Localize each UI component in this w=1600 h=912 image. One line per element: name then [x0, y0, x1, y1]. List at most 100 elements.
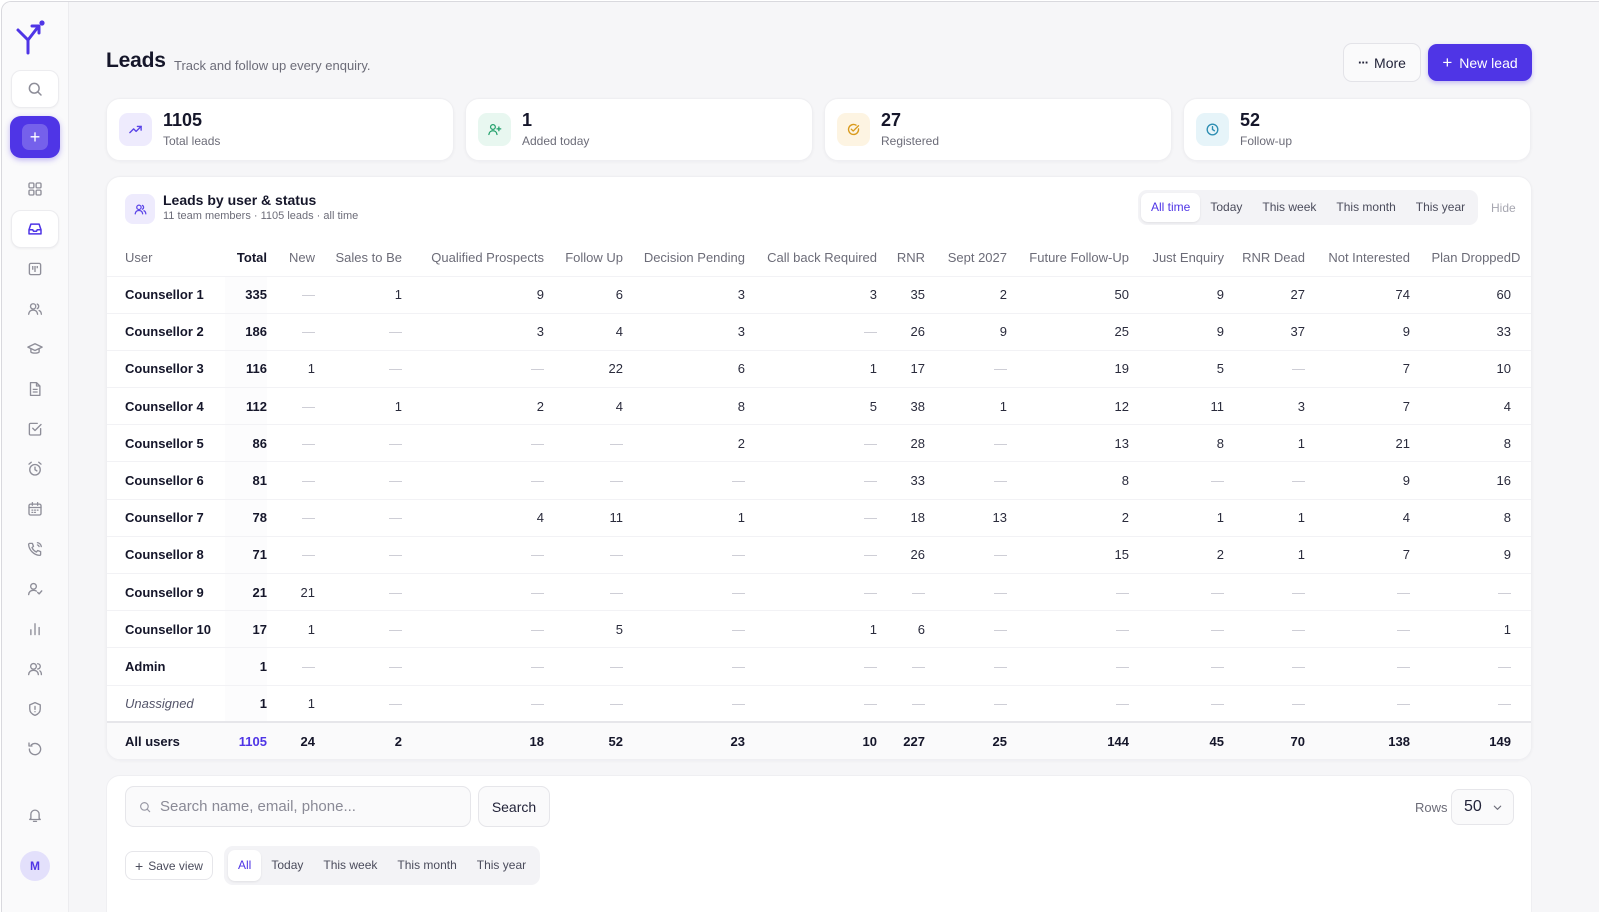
add-icon[interactable]: + [10, 116, 60, 158]
table-cell: — [623, 572, 745, 611]
trending-up-icon [119, 113, 152, 146]
table-cell: — [1305, 684, 1410, 723]
tab-all[interactable]: All [228, 850, 262, 881]
table-row[interactable]: Counsellor 6 81— — — — — —33—8— —9 16 [107, 461, 1531, 500]
shield-icon[interactable] [11, 690, 59, 728]
column-header[interactable]: Plan Dropped [1410, 239, 1512, 276]
search-icon[interactable] [11, 70, 59, 108]
table-row[interactable]: Counsellor 4 112—1 2 4 8 5 38 1 12 11 3 7 4 [107, 387, 1531, 425]
column-header[interactable]: Call back Required [745, 239, 877, 276]
brand-logo[interactable] [14, 20, 46, 56]
table-cell: 13 [1007, 424, 1129, 462]
table-cell: 5 [1129, 349, 1224, 388]
tab-this-month[interactable]: This month [1326, 193, 1405, 222]
user-name-cell: Counsellor 1 [107, 275, 225, 314]
tab-this-year[interactable]: This year [467, 850, 536, 881]
table-cell: — [745, 461, 877, 500]
table-row[interactable]: Unassigned 1 1— — — — — — — — — — — — [107, 684, 1531, 723]
table-row[interactable]: Counsellor 9 21 21— — — — — — — — — — — — [107, 572, 1531, 611]
table-header-row: User Total New Sales to Be Qualified Prospec… [107, 239, 1531, 276]
column-header-user[interactable]: User [107, 239, 225, 276]
user-check-icon[interactable] [11, 570, 59, 608]
table-cell: — [925, 647, 1007, 686]
column-header[interactable]: RNR [877, 239, 925, 276]
search-input[interactable] [160, 798, 460, 815]
table-cell: — [402, 647, 544, 686]
checkbox-icon[interactable] [11, 410, 59, 448]
table-cell: 70 [1224, 721, 1305, 759]
inbox-icon[interactable] [11, 210, 59, 248]
column-header[interactable]: Decision Pending [623, 239, 745, 276]
user-plus-icon [478, 113, 511, 146]
table-cell: — [402, 610, 544, 648]
column-header[interactable]: Just Enquiry [1129, 239, 1224, 276]
column-header[interactable]: Qualified Prospects [402, 239, 544, 276]
table-cell: — [315, 535, 402, 574]
hide-link[interactable]: Hide [1491, 201, 1516, 215]
column-header[interactable]: D [1511, 239, 1531, 276]
table-row[interactable]: Counsellor 10 17 1— —5—1 6— — — — —1 [107, 610, 1531, 648]
calendar-icon[interactable] [11, 490, 59, 528]
table-row[interactable]: Counsellor 1 335—1 9 6 3 3 35 2 50 9 27 74 60 [107, 275, 1531, 314]
tab-this-month[interactable]: This month [387, 850, 466, 881]
table-cell [1511, 387, 1531, 425]
table-row[interactable]: Counsellor 2 186— —3 4 3—26 9 25 9 37 9 33 [107, 312, 1531, 351]
table-row[interactable]: Counsellor 8 71— — — — — —26—15 2 1 7 9 [107, 535, 1531, 574]
column-header[interactable]: New [267, 239, 315, 276]
table-cell: 9 [1305, 312, 1410, 351]
search-field[interactable] [125, 786, 471, 827]
column-header[interactable]: Future Follow-Up [1007, 239, 1129, 276]
table-cell: 50 [1007, 275, 1129, 314]
phone-icon[interactable] [11, 530, 59, 568]
column-header[interactable]: RNR Dead [1224, 239, 1305, 276]
search-button[interactable]: Search [478, 786, 550, 827]
card-subtitle: 11 team members · 1105 leads · all time [163, 210, 359, 222]
users-icon[interactable] [11, 290, 59, 328]
bell-icon[interactable] [11, 796, 59, 834]
dashboard-icon[interactable] [11, 170, 59, 208]
stat-card-added-today[interactable]: 1 Added today [465, 98, 813, 161]
leads-by-user-table: User Total New Sales to Be Qualified Prospec… [107, 239, 1531, 759]
rows-per-page-select[interactable]: 50 [1451, 789, 1514, 825]
stat-card-registered[interactable]: 27 Registered [824, 98, 1172, 161]
table-cell: 74 [1305, 275, 1410, 314]
column-header-total[interactable]: Total [225, 239, 267, 276]
table-cell: 1 [745, 349, 877, 388]
column-header[interactable]: Follow Up [544, 239, 623, 276]
column-header[interactable]: Sales to Be [315, 239, 403, 276]
stat-card-follow-up[interactable]: 52 Follow-up [1183, 98, 1531, 161]
tab-this-week[interactable]: This week [313, 850, 387, 881]
tab-today[interactable]: Today [1200, 193, 1252, 222]
stat-card-total-leads[interactable]: 1105 Total leads [106, 98, 454, 161]
tab-this-week[interactable]: This week [1252, 193, 1326, 222]
alarm-icon[interactable] [11, 450, 59, 488]
history-icon[interactable] [11, 730, 59, 768]
tab-this-year[interactable]: This year [1406, 193, 1475, 222]
new-lead-button[interactable]: + New lead [1428, 44, 1532, 81]
save-view-button[interactable]: + Save view [125, 851, 213, 880]
total-cell: 81 [225, 461, 267, 500]
table-row[interactable]: Counsellor 5 86— — — —2—28—13 8 1 21 8 [107, 424, 1531, 462]
table-row[interactable]: Counsellor 7 78— —4 11 1—18 13 2 1 1 4 8 [107, 498, 1531, 537]
table-row[interactable]: Admin 1— — — — — — — — — — — — — [107, 647, 1531, 686]
graduation-cap-icon[interactable] [11, 330, 59, 368]
table-cell: 9 [1129, 312, 1224, 351]
document-icon[interactable] [11, 370, 59, 408]
tab-today[interactable]: Today [261, 850, 313, 881]
table-cell: 2 [623, 424, 745, 462]
column-header[interactable]: Sept 2027 [925, 239, 1007, 276]
kanban-icon[interactable] [11, 250, 59, 288]
table-row[interactable]: Counsellor 3 116 1— —22 6 1 17—19 5—7 10 [107, 349, 1531, 388]
table-cell: 5 [544, 610, 623, 648]
column-header[interactable]: Not Interested [1305, 239, 1410, 276]
table-cell: 1 [1129, 498, 1224, 537]
tab-all-time[interactable]: All time [1141, 193, 1201, 222]
bar-chart-icon[interactable] [11, 610, 59, 648]
team-icon[interactable] [11, 650, 59, 688]
more-button[interactable]: ··· More [1343, 43, 1421, 82]
stat-value: 1 [522, 110, 533, 130]
table-cell: 4 [1410, 387, 1511, 425]
table-cell: 21 [1305, 424, 1410, 462]
avatar[interactable]: M [20, 851, 50, 881]
total-cell: 335 [225, 275, 267, 314]
